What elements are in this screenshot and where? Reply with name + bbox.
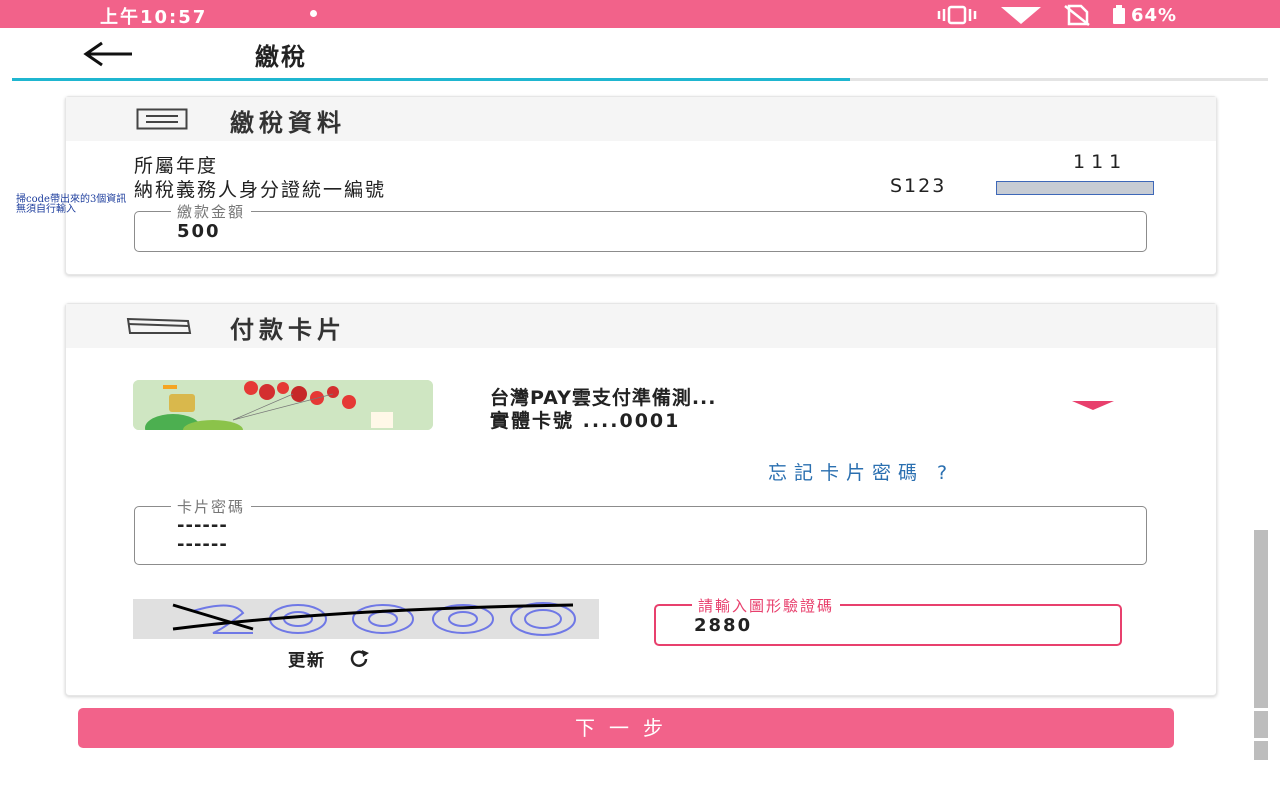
- amount-label: 繳款金額: [171, 201, 252, 222]
- captcha-image: [133, 599, 599, 639]
- captcha-input-field[interactable]: 請輸入圖形驗證碼 2880: [654, 595, 1122, 646]
- captcha-input-value: 2880: [694, 615, 753, 636]
- captcha-refresh-button[interactable]: 更新: [288, 646, 370, 671]
- notification-dot: [310, 10, 317, 17]
- amount-field[interactable]: 繳款金額 500: [134, 201, 1147, 252]
- card-password-label: 卡片密碼: [171, 496, 252, 517]
- annotation-note: 掃code帶出來的3個資訊 無須自行輸入: [16, 195, 126, 215]
- scrollbar[interactable]: [1254, 530, 1268, 760]
- battery-icon: [1113, 5, 1125, 24]
- app-header: 繳稅: [12, 28, 1268, 80]
- back-arrow-icon[interactable]: [80, 38, 140, 70]
- captcha-input-label: 請輸入圖形驗證碼: [692, 595, 841, 616]
- taxpayer-id-label: 納稅義務人身分證統一編號: [134, 179, 387, 201]
- tax-info-header: 繳稅資料: [66, 97, 1216, 141]
- page-title: 繳稅: [255, 43, 307, 71]
- vibrate-icon: [937, 5, 977, 25]
- scrollbar-divider-1: [1254, 708, 1268, 711]
- amount-value: 500: [177, 221, 221, 242]
- status-bar: 上午10:57 64%: [0, 0, 1280, 28]
- card-password-dots-1: ------: [177, 515, 228, 536]
- battery-percentage: 64%: [1131, 4, 1178, 26]
- masked-id-block: [996, 181, 1154, 195]
- tax-year-value: 111: [1073, 151, 1128, 173]
- card-number: 實體卡號 ....0001: [490, 410, 681, 432]
- scrollbar-divider-2: [1254, 738, 1268, 741]
- progress-tab-active: [12, 78, 850, 81]
- tax-info-title: 繳稅資料: [230, 109, 346, 137]
- card-password-field[interactable]: 卡片密碼 ------ ------: [134, 496, 1147, 565]
- status-time: 上午10:57: [100, 7, 208, 28]
- taxpayer-id-value: S123: [890, 175, 947, 197]
- receipt-icon: [136, 108, 188, 130]
- battery-status: 64%: [1111, 5, 1177, 26]
- next-step-button[interactable]: 下一步: [78, 708, 1174, 748]
- refresh-icon: [350, 649, 369, 667]
- card-password-dots-2: ------: [177, 534, 228, 555]
- progress-tab-line: [12, 78, 1268, 81]
- credit-card-icon: [126, 317, 192, 334]
- payment-card-header: 付款卡片: [66, 304, 1216, 348]
- forgot-password-link[interactable]: 忘記卡片密碼 ?: [768, 458, 954, 485]
- bank-card-art: [133, 380, 433, 430]
- bank-card-image[interactable]: [133, 380, 433, 430]
- payment-card-title: 付款卡片: [230, 316, 346, 344]
- no-sim-icon: [1064, 4, 1090, 26]
- captcha-art: [133, 599, 599, 639]
- card-dropdown-icon[interactable]: [1072, 401, 1114, 410]
- annotation-line-2: 無須自行輸入: [16, 204, 76, 215]
- refresh-label: 更新: [288, 651, 326, 671]
- wifi-icon: [1001, 7, 1041, 24]
- tax-year-label: 所屬年度: [134, 155, 219, 177]
- status-icons: 64%: [935, 4, 1177, 26]
